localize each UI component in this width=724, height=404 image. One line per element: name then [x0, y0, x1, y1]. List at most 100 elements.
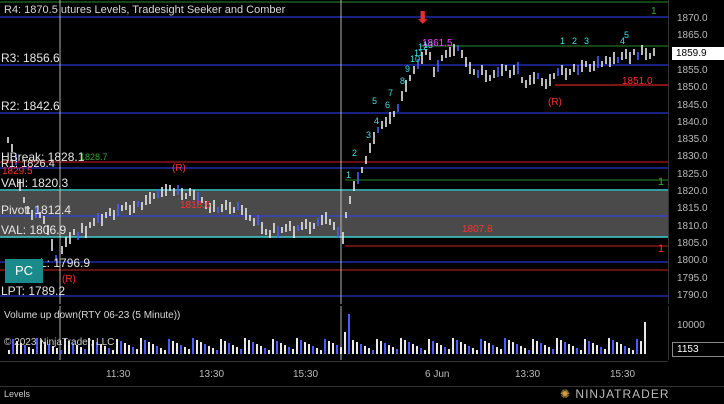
- volume-bar: [516, 344, 518, 354]
- time-axis[interactable]: 11:30 13:30 15:30 6 Jun 13:30 15:30: [0, 361, 668, 386]
- volume-bar: [640, 341, 642, 354]
- price-chart[interactable]: 1861.51851.01807.81818.61829.51828.7(R)(…: [0, 0, 668, 304]
- volume-bar: [540, 343, 542, 354]
- volume-bar: [328, 341, 330, 354]
- volume-bar: [428, 339, 430, 354]
- volume-bar: [296, 338, 298, 354]
- val-label: VAL: 1806.9: [1, 223, 67, 237]
- volume-bar: [8, 350, 10, 354]
- volume-bar: [212, 348, 214, 354]
- volume-bar: [524, 348, 526, 354]
- volume-bar: [356, 342, 358, 354]
- pivot-label: Pivot: 1812.4: [1, 203, 72, 217]
- volume-bar: [412, 344, 414, 354]
- current-price-label: 1859.9: [672, 47, 724, 60]
- volume-bar: [196, 340, 198, 354]
- volume-bar: [392, 347, 394, 354]
- volume-bar: [164, 350, 166, 354]
- volume-bar: [292, 349, 294, 354]
- price-tick: 1855.0: [677, 64, 708, 76]
- copyright: © 2023 NinjaTrader, LLC: [4, 337, 115, 348]
- volume-bar: [128, 345, 130, 354]
- volume-bar: [144, 340, 146, 354]
- volume-bar: [544, 345, 546, 354]
- volume-bar: [460, 342, 462, 354]
- volume-bar: [332, 343, 334, 354]
- sequence-number: 4: [374, 116, 379, 126]
- volume-bar: [580, 350, 582, 354]
- volume-bar: [312, 346, 314, 354]
- volume-bar: [576, 348, 578, 354]
- volume-bar: [360, 344, 362, 354]
- volume-bar: [616, 342, 618, 354]
- volume-bar: [324, 339, 326, 354]
- sequence-number: 3: [366, 130, 371, 140]
- volume-title: Volume up down(RTY 06-23 (5 Minute)): [4, 310, 181, 321]
- price-axis[interactable]: 1870.01865.01860.01855.01850.01845.01840…: [668, 0, 724, 304]
- volume-bar: [496, 347, 498, 354]
- value-area-band: [0, 191, 668, 237]
- pc-badge[interactable]: PC: [5, 259, 43, 283]
- volume-bar: [620, 344, 622, 354]
- volume-bar: [80, 347, 82, 354]
- sequence-number: 5: [372, 96, 377, 106]
- volume-bar: [596, 345, 598, 354]
- volume-bar: [408, 342, 410, 354]
- sequence-number: 8: [400, 76, 405, 86]
- volume-bar: [204, 344, 206, 354]
- volume-bar: [288, 347, 290, 354]
- r-value-label: 1851.0: [622, 76, 653, 87]
- volume-bar: [380, 341, 382, 354]
- volume-bar: [224, 341, 226, 354]
- volume-bar: [140, 338, 142, 354]
- levels-tab[interactable]: Levels: [4, 389, 30, 399]
- volume-bar: [372, 350, 374, 354]
- volume-bar: [280, 343, 282, 354]
- volume-bar: [520, 346, 522, 354]
- time-tick: 11:30: [106, 369, 131, 380]
- volume-bar: [260, 346, 262, 354]
- volume-bar: [388, 345, 390, 354]
- sequence-number: 2: [572, 36, 577, 46]
- one-mark: 1: [658, 243, 664, 255]
- volume-bar: [552, 349, 554, 354]
- volume-bar: [400, 338, 402, 354]
- price-tick: 1790.0: [677, 289, 708, 301]
- volume-bar: [480, 339, 482, 354]
- volume-bar: [272, 339, 274, 354]
- volume-bar: [368, 348, 370, 354]
- sequence-number: 1: [346, 170, 351, 180]
- volume-bar: [500, 349, 502, 354]
- volume-bar: [60, 350, 62, 354]
- volume-bar: [564, 342, 566, 354]
- volume-bar: [168, 339, 170, 354]
- sequence-number: 13: [423, 40, 433, 50]
- volume-bar: [316, 348, 318, 354]
- volume-bar: [472, 348, 474, 354]
- volume-bar: [420, 348, 422, 354]
- volume-bar: [132, 347, 134, 354]
- price-panel[interactable]: 1861.5 1851.0 1807.8 1818.6 1829.5 1828.7 (R)(…: [0, 0, 668, 304]
- volume-bar: [636, 339, 638, 354]
- volume-bar: [416, 346, 418, 354]
- volume-bar: [468, 346, 470, 354]
- volume-bar: [120, 341, 122, 354]
- volume-bar: [116, 339, 118, 354]
- chart-title: R4: 1870.5 utures Levels, Tradesight See…: [4, 4, 286, 16]
- volume-bar: [364, 346, 366, 354]
- volume-bar: [440, 345, 442, 354]
- volume-bar: [276, 341, 278, 354]
- price-tick: 1800.0: [677, 255, 708, 267]
- time-tick: 15:30: [293, 369, 319, 380]
- volume-bar: [188, 349, 190, 354]
- volume-bar: [32, 349, 34, 354]
- volume-bar: [424, 350, 426, 354]
- sequence-number: 3: [584, 36, 589, 46]
- volume-bar: [180, 345, 182, 354]
- sequence-number: 5: [624, 30, 629, 40]
- price-tick: 1810.0: [677, 220, 708, 232]
- volume-bar: [548, 347, 550, 354]
- price-tick: 1850.0: [677, 82, 708, 94]
- volume-bar: [56, 348, 58, 354]
- volume-bar: [264, 348, 266, 354]
